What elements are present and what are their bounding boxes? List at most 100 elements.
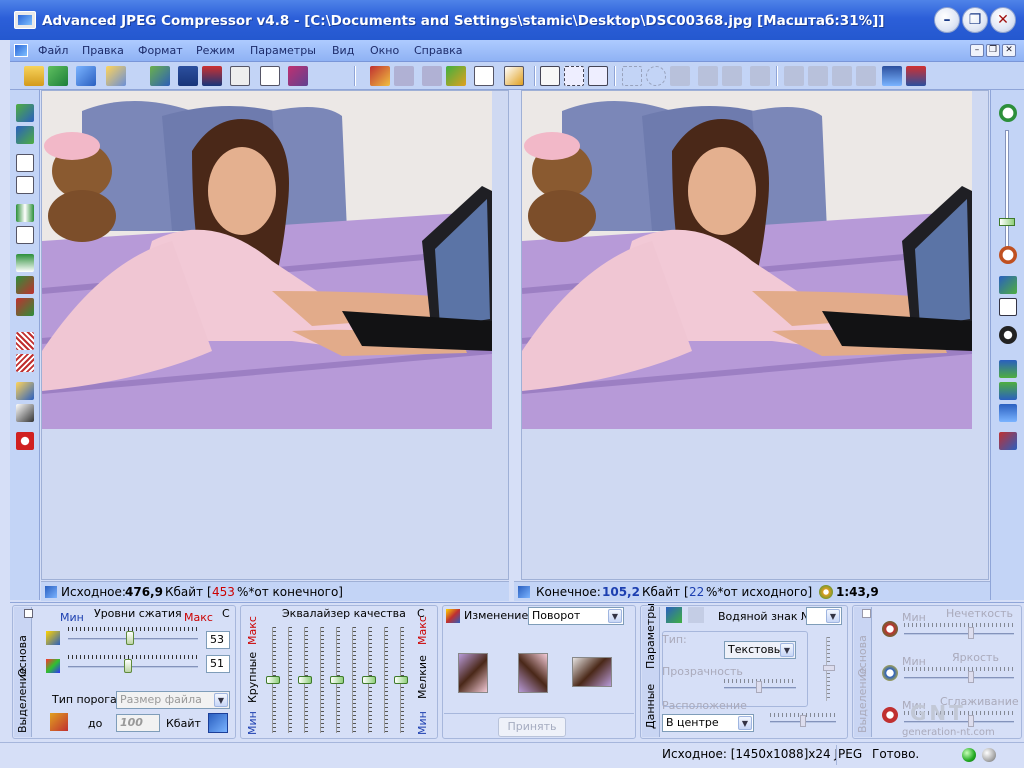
rotate-180-thumbnail[interactable] — [518, 653, 548, 693]
split-h3-icon[interactable] — [16, 298, 34, 316]
info-icon[interactable] — [260, 66, 280, 86]
select-tool-2-icon[interactable] — [698, 66, 718, 86]
pen-icon[interactable] — [16, 404, 34, 422]
layout-3-icon[interactable] — [832, 66, 852, 86]
histogram-3-icon[interactable] — [999, 404, 1017, 422]
fit-window-icon[interactable] — [906, 66, 926, 86]
scan-icon[interactable] — [76, 66, 96, 86]
tab-watermark-params[interactable]: Параметры — [644, 603, 657, 669]
menu-help[interactable]: Справка — [414, 44, 462, 57]
level1-input[interactable]: 53 — [206, 631, 230, 649]
watermark-size-thumb[interactable] — [823, 665, 835, 671]
tab-watermark-data[interactable]: Данные — [644, 684, 657, 729]
histogram-4-icon[interactable] — [999, 432, 1017, 450]
help-book-icon[interactable] — [288, 66, 308, 86]
brightness-track[interactable] — [904, 677, 1014, 679]
ellipse-select-icon[interactable] — [646, 66, 666, 86]
watermark-position-select[interactable]: В центре ▼ — [662, 714, 754, 732]
menu-parameters[interactable]: Параметры — [250, 44, 316, 57]
batch-icon[interactable] — [106, 66, 126, 86]
paste-icon[interactable] — [370, 66, 390, 86]
reset-icon[interactable] — [16, 432, 34, 450]
watermark-image-icon[interactable] — [688, 607, 704, 623]
rotate-left-thumbnail[interactable] — [458, 653, 488, 693]
zoom-slider-thumb[interactable] — [999, 218, 1015, 226]
view-1-icon[interactable] — [16, 154, 34, 172]
threshold-limit-input[interactable]: 100 — [116, 714, 160, 732]
select-tool-3-icon[interactable] — [722, 66, 742, 86]
document-icon[interactable] — [14, 44, 28, 57]
eq-band-1-thumb[interactable] — [266, 676, 280, 684]
minimize-button[interactable]: – — [934, 7, 960, 33]
properties-icon[interactable] — [230, 66, 250, 86]
split-v-icon[interactable] — [16, 204, 34, 222]
refresh-icon[interactable] — [208, 713, 228, 733]
menu-file[interactable]: Файл — [38, 44, 68, 57]
level1-slider-thumb[interactable] — [126, 631, 135, 645]
apply-button[interactable]: Принять — [498, 717, 566, 737]
histogram-2-icon[interactable] — [999, 382, 1017, 400]
sharpness-thumb[interactable] — [968, 627, 974, 639]
eq-band-2-track[interactable] — [288, 627, 292, 733]
compare-icon[interactable] — [16, 104, 34, 122]
eq-band-8-track[interactable] — [384, 627, 388, 733]
zoom-in-icon[interactable] — [999, 104, 1017, 122]
fit-image-icon[interactable] — [999, 276, 1017, 294]
threshold-select[interactable]: Размер файла ▼ — [116, 691, 230, 709]
eq-band-7-thumb[interactable] — [362, 676, 376, 684]
maximize-button[interactable]: ❐ — [962, 7, 988, 33]
zoom-page-icon[interactable] — [474, 66, 494, 86]
close-button[interactable]: ✕ — [990, 7, 1016, 33]
watermark-angle-thumb[interactable] — [800, 715, 806, 727]
change-select[interactable]: Поворот ▼ — [528, 607, 624, 625]
level2-track[interactable] — [68, 666, 198, 668]
open-icon[interactable] — [24, 66, 44, 86]
mdi-minimize-button[interactable]: – — [970, 44, 984, 57]
eq-band-6-track[interactable] — [352, 627, 356, 733]
cut-icon[interactable] — [422, 66, 442, 86]
flip-v-icon[interactable] — [16, 332, 34, 350]
watermark-number-select[interactable]: ▼ — [806, 607, 842, 625]
layout-2-icon[interactable] — [808, 66, 828, 86]
save-as-icon[interactable] — [202, 66, 222, 86]
result-image-pane[interactable] — [521, 90, 989, 580]
split-h-icon[interactable] — [16, 254, 34, 272]
actual-size-icon[interactable] — [999, 298, 1017, 316]
effects-icon[interactable] — [16, 382, 34, 400]
eq-band-3-thumb[interactable] — [298, 676, 312, 684]
tab-adjust-select[interactable]: Выделение — [856, 667, 869, 733]
menu-mode[interactable]: Режим — [196, 44, 235, 57]
zoom-select-icon[interactable] — [504, 66, 524, 86]
sharpness-track[interactable] — [904, 633, 1014, 635]
transparency-thumb[interactable] — [756, 681, 762, 693]
compare-2-icon[interactable] — [16, 126, 34, 144]
split-v2-icon[interactable] — [16, 226, 34, 244]
zoom-tool-icon[interactable] — [588, 66, 608, 86]
level2-input[interactable]: 51 — [206, 655, 230, 673]
copy-icon[interactable] — [394, 66, 414, 86]
watermark-icon[interactable] — [666, 607, 682, 623]
adjust-checkbox[interactable] — [862, 609, 871, 618]
menu-format[interactable]: Формат — [138, 44, 183, 57]
brightness-thumb[interactable] — [968, 671, 974, 683]
flip-h-icon[interactable] — [16, 354, 34, 372]
split-h2-icon[interactable] — [16, 276, 34, 294]
eq-band-4-track[interactable] — [320, 627, 324, 733]
layout-1-icon[interactable] — [784, 66, 804, 86]
rect-select-icon[interactable] — [622, 66, 642, 86]
hand-tool-icon[interactable] — [540, 66, 560, 86]
zoom-slider-track[interactable] — [1005, 130, 1009, 250]
chevron-down-icon[interactable]: ▼ — [826, 609, 840, 623]
lasso-icon[interactable] — [670, 66, 690, 86]
menu-edit[interactable]: Правка — [82, 44, 124, 57]
cascade-icon[interactable] — [882, 66, 902, 86]
mdi-restore-button[interactable]: ❐ — [986, 44, 1000, 57]
select-tool-icon[interactable] — [564, 66, 584, 86]
smoothing-thumb[interactable] — [968, 715, 974, 727]
eq-band-5-thumb[interactable] — [330, 676, 344, 684]
histogram-1-icon[interactable] — [999, 360, 1017, 378]
preview-icon[interactable] — [150, 66, 170, 86]
chevron-down-icon[interactable]: ▼ — [780, 643, 794, 657]
compression-checkbox[interactable] — [24, 609, 33, 618]
chevron-down-icon[interactable]: ▼ — [608, 609, 622, 623]
